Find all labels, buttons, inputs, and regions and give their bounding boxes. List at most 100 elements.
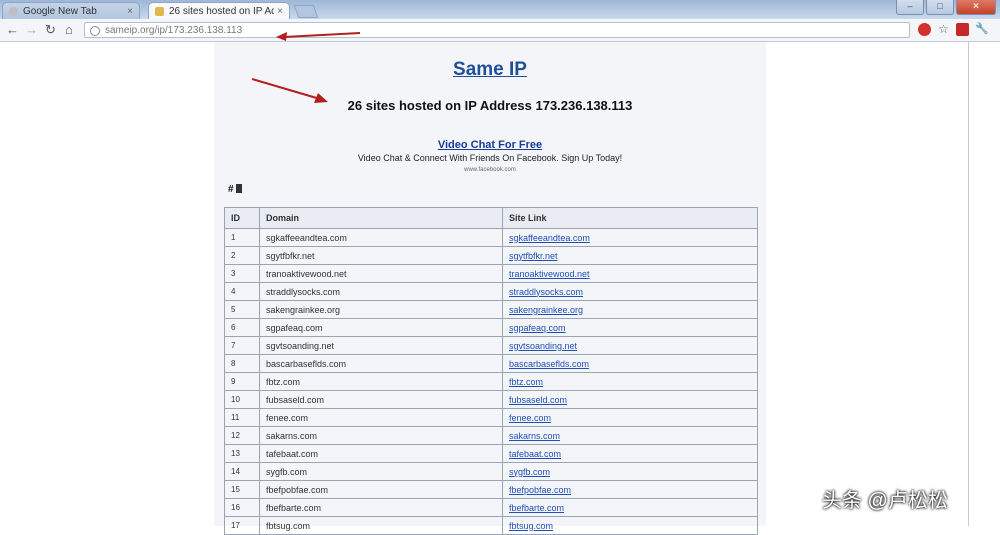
row-domain: fbefbarte.com bbox=[259, 498, 503, 517]
back-button[interactable]: ← bbox=[6, 22, 19, 38]
site-link[interactable]: sakarns.com bbox=[509, 431, 560, 441]
table-row: 7 sgvtsoanding.net sgvtsoanding.net bbox=[224, 336, 758, 355]
row-site-link-cell: tranoaktivewood.net bbox=[502, 264, 758, 283]
star-icon[interactable]: ☆ bbox=[937, 23, 950, 36]
row-site-link-cell: sygfb.com bbox=[502, 462, 758, 481]
page-icon bbox=[9, 6, 18, 16]
site-link[interactable]: sakengrainkee.org bbox=[509, 305, 583, 315]
row-domain: sakengrainkee.org bbox=[259, 300, 503, 319]
tab-same-ip[interactable]: 26 sites hosted on IP Address × bbox=[148, 2, 290, 19]
row-id: 3 bbox=[224, 264, 260, 283]
row-site-link-cell: fbefpobfae.com bbox=[502, 480, 758, 499]
row-domain: bascarbaseflds.com bbox=[259, 354, 503, 373]
row-id: 14 bbox=[224, 462, 260, 481]
row-domain: tranoaktivewood.net bbox=[259, 264, 503, 283]
table-row: 5 sakengrainkee.org sakengrainkee.org bbox=[224, 300, 758, 319]
table-header-row: ID Domain Site Link bbox=[224, 207, 758, 229]
row-domain: sgytfbfkr.net bbox=[259, 246, 503, 265]
column-header-domain: Domain bbox=[259, 207, 503, 229]
row-site-link-cell: sgkaffeeandtea.com bbox=[502, 228, 758, 247]
page-content: Same IP 26 sites hosted on IP Address 17… bbox=[214, 42, 766, 535]
site-link[interactable]: fbtz.com bbox=[509, 377, 543, 387]
adblock-icon[interactable] bbox=[956, 23, 969, 36]
table-row: 13 tafebaat.com tafebaat.com bbox=[224, 444, 758, 463]
minimize-button[interactable]: – bbox=[896, 0, 924, 15]
ad-url[interactable]: www.facebook.com bbox=[214, 167, 766, 173]
row-site-link-cell: tafebaat.com bbox=[502, 444, 758, 463]
close-tab-icon[interactable]: × bbox=[127, 6, 133, 17]
site-link[interactable]: sgpafeaq.com bbox=[509, 323, 566, 333]
reload-button[interactable]: ↻ bbox=[45, 22, 56, 38]
table-row: 16 fbefbarte.com fbefbarte.com bbox=[224, 498, 758, 517]
site-link[interactable]: fubsaseld.com bbox=[509, 395, 567, 405]
site-link[interactable]: sgkaffeeandtea.com bbox=[509, 233, 590, 243]
row-id: 6 bbox=[224, 318, 260, 337]
row-site-link-cell: fubsaseld.com bbox=[502, 390, 758, 409]
row-id: 4 bbox=[224, 282, 260, 301]
table-row: 8 bascarbaseflds.com bascarbaseflds.com bbox=[224, 354, 758, 373]
wrench-icon[interactable]: 🔧 bbox=[975, 23, 989, 36]
site-link[interactable]: straddlysocks.com bbox=[509, 287, 583, 297]
column-header-id: ID bbox=[224, 207, 260, 229]
site-link[interactable]: sygfb.com bbox=[509, 467, 550, 477]
row-site-link-cell: sakarns.com bbox=[502, 426, 758, 445]
new-tab-button[interactable] bbox=[293, 5, 319, 18]
tab-strip: Google New Tab × 26 sites hosted on IP A… bbox=[0, 0, 1000, 19]
site-link[interactable]: bascarbaseflds.com bbox=[509, 359, 589, 369]
row-domain: sgpafeaq.com bbox=[259, 318, 503, 337]
close-window-button[interactable]: ✕ bbox=[956, 0, 996, 15]
globe-icon bbox=[90, 26, 100, 36]
table-row: 12 sakarns.com sakarns.com bbox=[224, 426, 758, 445]
row-id: 9 bbox=[224, 372, 260, 391]
table-row: 6 sgpafeaq.com sgpafeaq.com bbox=[224, 318, 758, 337]
row-domain: sakarns.com bbox=[259, 426, 503, 445]
tab-label: 26 sites hosted on IP Address bbox=[169, 5, 275, 17]
table-row: 3 tranoaktivewood.net tranoaktivewood.net bbox=[224, 264, 758, 283]
site-link[interactable]: sgytfbfkr.net bbox=[509, 251, 558, 261]
row-id: 1 bbox=[224, 228, 260, 247]
site-link[interactable]: fbefpobfae.com bbox=[509, 485, 571, 495]
table-row: 2 sgytfbfkr.net sgytfbfkr.net bbox=[224, 246, 758, 265]
close-tab-icon[interactable]: × bbox=[277, 6, 283, 17]
table-row: 9 fbtz.com fbtz.com bbox=[224, 372, 758, 391]
site-link[interactable]: tranoaktivewood.net bbox=[509, 269, 590, 279]
site-link[interactable]: sgvtsoanding.net bbox=[509, 341, 577, 351]
row-site-link-cell: bascarbaseflds.com bbox=[502, 354, 758, 373]
home-button[interactable]: ⌂ bbox=[65, 22, 73, 38]
ad-text: Video Chat & Connect With Friends On Fac… bbox=[357, 153, 623, 163]
address-bar[interactable]: sameip.org/ip/173.236.138.113 bbox=[84, 22, 910, 38]
table-row: 10 fubsaseld.com fubsaseld.com bbox=[224, 390, 758, 409]
table-row: 14 sygfb.com sygfb.com bbox=[224, 462, 758, 481]
ad-link[interactable]: Video Chat For Free bbox=[214, 139, 766, 151]
sites-table: ID Domain Site Link 1 sgkaffeeandtea.com s… bbox=[224, 207, 758, 535]
record-icon[interactable] bbox=[918, 23, 931, 36]
tab-new-tab[interactable]: Google New Tab × bbox=[2, 2, 140, 19]
row-id: 15 bbox=[224, 480, 260, 499]
row-domain: fenee.com bbox=[259, 408, 503, 427]
row-site-link-cell: sakengrainkee.org bbox=[502, 300, 758, 319]
watermark: 头条 @卢松松 bbox=[822, 490, 948, 512]
row-id: 10 bbox=[224, 390, 260, 409]
divider bbox=[968, 42, 969, 526]
row-site-link-cell: straddlysocks.com bbox=[502, 282, 758, 301]
site-link[interactable]: tafebaat.com bbox=[509, 449, 561, 459]
site-link[interactable]: fbefbarte.com bbox=[509, 503, 564, 513]
row-id: 12 bbox=[224, 426, 260, 445]
row-site-link-cell: sgvtsoanding.net bbox=[502, 336, 758, 355]
annotation-arrow-icon bbox=[251, 78, 328, 103]
row-site-link-cell: sgpafeaq.com bbox=[502, 318, 758, 337]
row-site-link-cell: fbtz.com bbox=[502, 372, 758, 391]
row-domain: fbtz.com bbox=[259, 372, 503, 391]
maximize-button[interactable]: □ bbox=[926, 0, 954, 15]
row-domain: fbefpobfae.com bbox=[259, 480, 503, 499]
table-row: 15 fbefpobfae.com fbefpobfae.com bbox=[224, 480, 758, 499]
row-site-link-cell: fenee.com bbox=[502, 408, 758, 427]
row-site-link-cell: fbefbarte.com bbox=[502, 498, 758, 517]
column-header-site-link: Site Link bbox=[502, 207, 758, 229]
row-domain: sgvtsoanding.net bbox=[259, 336, 503, 355]
site-link[interactable]: fenee.com bbox=[509, 413, 551, 423]
row-id: 2 bbox=[224, 246, 260, 265]
forward-button[interactable]: → bbox=[25, 22, 38, 38]
row-domain: straddlysocks.com bbox=[259, 282, 503, 301]
annotation-arrow-icon bbox=[276, 32, 361, 41]
